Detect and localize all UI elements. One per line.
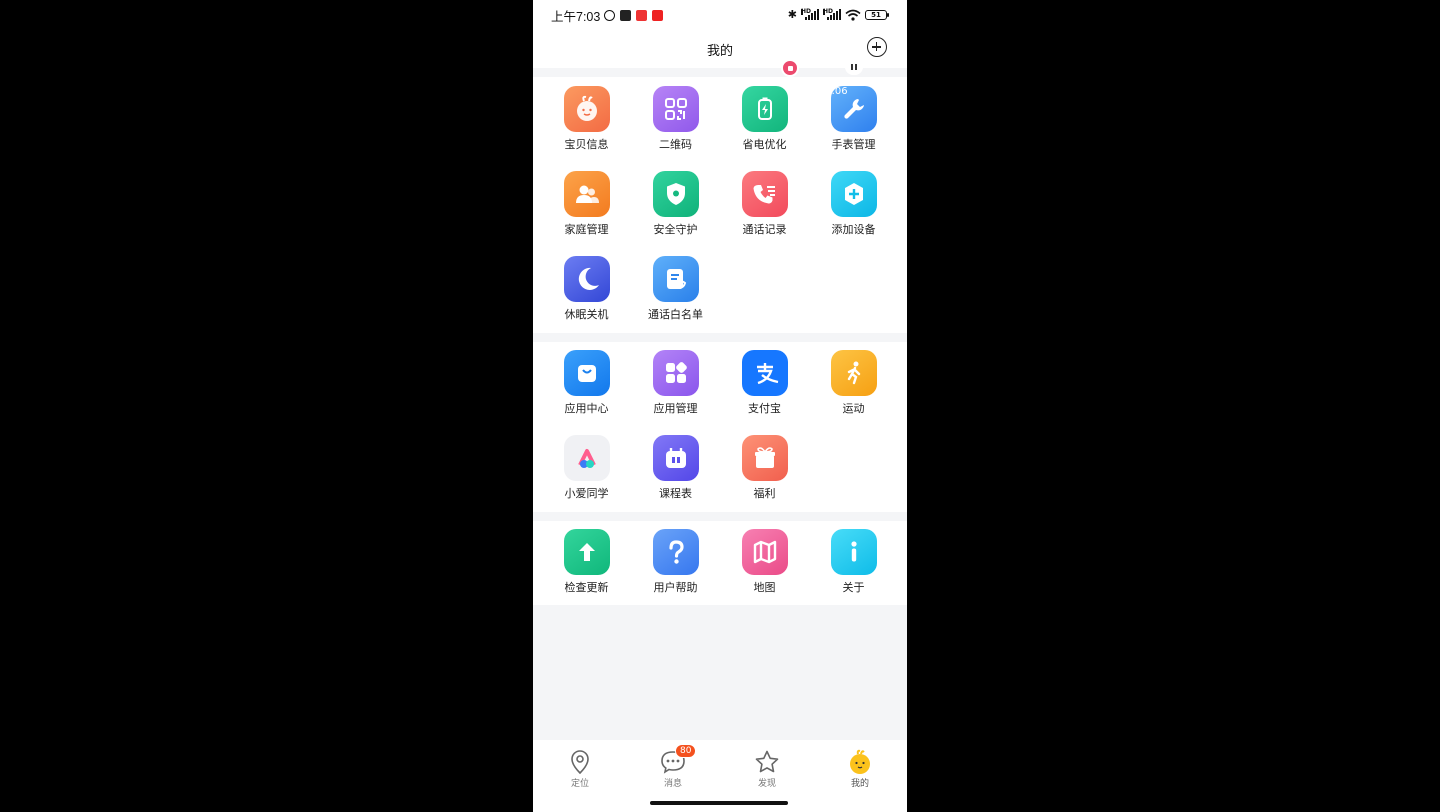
status-time: 上午7:03 <box>551 9 601 24</box>
menu-item-xiaoai[interactable]: 小爱同学 <box>542 435 631 501</box>
phone-screen: 上午7:03 ✱ HD HD 51 我的 宝贝信息 二维码 省电优化:06 手… <box>533 0 907 812</box>
alarm-icon <box>604 9 616 21</box>
menu-item-call-log[interactable]: 通话记录 <box>720 171 809 237</box>
shopping-bag-icon <box>563 350 610 396</box>
menu-item-family-management[interactable]: 家庭管理 <box>542 171 631 237</box>
menu-item-user-help[interactable]: 用户帮助 <box>631 529 720 595</box>
mascot-icon <box>846 748 874 776</box>
signal-icon: HD <box>801 9 819 20</box>
menu-item-welfare[interactable]: 福利 <box>720 435 809 501</box>
call-log-icon <box>741 171 788 217</box>
running-icon <box>830 350 877 396</box>
signal-icon: HD <box>823 9 841 20</box>
whitelist-icon <box>652 256 699 302</box>
menu-item-add-device[interactable]: 添加设备 <box>809 171 898 237</box>
menu-item-map[interactable]: 地图 <box>720 529 809 595</box>
gift-icon <box>741 435 788 481</box>
menu-item-power-saving[interactable]: 省电优化 <box>720 86 809 152</box>
add-button[interactable] <box>867 37 887 57</box>
menu-item-app-center[interactable]: 应用中心 <box>542 350 631 416</box>
baby-face-icon <box>563 86 610 132</box>
info-icon <box>830 529 877 575</box>
help-icon <box>652 529 699 575</box>
apps-icon <box>652 350 699 396</box>
menu-item-alipay[interactable]: 支付宝 <box>720 350 809 416</box>
xiaoai-icon <box>563 435 610 481</box>
chat-bubble-icon: 80 <box>659 744 697 776</box>
menu-item-check-update[interactable]: 检查更新 <box>542 529 631 595</box>
family-icon <box>563 171 610 217</box>
screen-record-pause-icon[interactable] <box>845 59 863 75</box>
app-notification-icon <box>636 9 648 21</box>
nav-item-mine[interactable]: 我的 <box>830 748 890 789</box>
battery-icon <box>741 86 788 132</box>
nav-item-discover[interactable]: 发现 <box>737 748 797 789</box>
menu-item-sleep-shutdown[interactable]: 休眠关机 <box>542 256 631 322</box>
bluetooth-icon: ✱ <box>787 8 797 21</box>
wrench-icon: :06 <box>830 86 877 132</box>
bottom-nav: 定位 80 消息 发现 我的 <box>533 740 907 812</box>
menu-item-app-management[interactable]: 应用管理 <box>631 350 720 416</box>
nav-item-location[interactable]: 定位 <box>550 748 610 789</box>
shield-icon <box>652 171 699 217</box>
menu-item-about[interactable]: 关于 <box>809 529 898 595</box>
screen-record-stop-icon[interactable] <box>781 59 799 77</box>
wifi-icon <box>845 9 861 21</box>
star-icon <box>753 748 781 776</box>
section-device: 宝贝信息 二维码 省电优化 :06 手表管理 家庭管理 安全守护 通话记录 添加… <box>533 77 907 333</box>
menu-item-watch-management[interactable]: :06 手表管理 <box>809 86 898 152</box>
add-device-icon <box>830 171 877 217</box>
qr-code-icon <box>652 86 699 132</box>
home-indicator[interactable] <box>650 801 788 805</box>
alipay-icon <box>741 350 788 396</box>
menu-item-baby-info[interactable]: 宝贝信息 <box>542 86 631 152</box>
nav-item-messages[interactable]: 80 消息 <box>643 744 703 789</box>
status-notification-icons <box>604 9 664 21</box>
unread-badge: 80 <box>675 744 697 758</box>
menu-item-schedule[interactable]: 课程表 <box>631 435 720 501</box>
app-notification-icon <box>652 9 664 21</box>
menu-item-safety-guard[interactable]: 安全守护 <box>631 171 720 237</box>
map-icon <box>741 529 788 575</box>
page-title: 我的 <box>706 43 733 59</box>
location-pin-icon <box>566 748 594 776</box>
moon-icon <box>563 256 610 302</box>
status-system-icons: ✱ HD HD 51 <box>787 8 889 21</box>
status-bar: 上午7:03 ✱ HD HD 51 <box>533 0 907 30</box>
menu-item-qr-code[interactable]: 二维码 <box>631 86 720 152</box>
arrow-up-icon <box>563 529 610 575</box>
battery-icon: 51 <box>865 9 889 20</box>
app-notification-icon <box>620 9 632 21</box>
section-apps: 应用中心 应用管理 支付宝 运动 小爱同学 课程表 福利 <box>533 342 907 512</box>
menu-item-sports[interactable]: 运动 <box>809 350 898 416</box>
menu-item-call-whitelist[interactable]: 通话白名单 <box>631 256 720 322</box>
schedule-icon <box>652 435 699 481</box>
section-support: 检查更新 用户帮助 地图 关于 <box>533 521 907 605</box>
